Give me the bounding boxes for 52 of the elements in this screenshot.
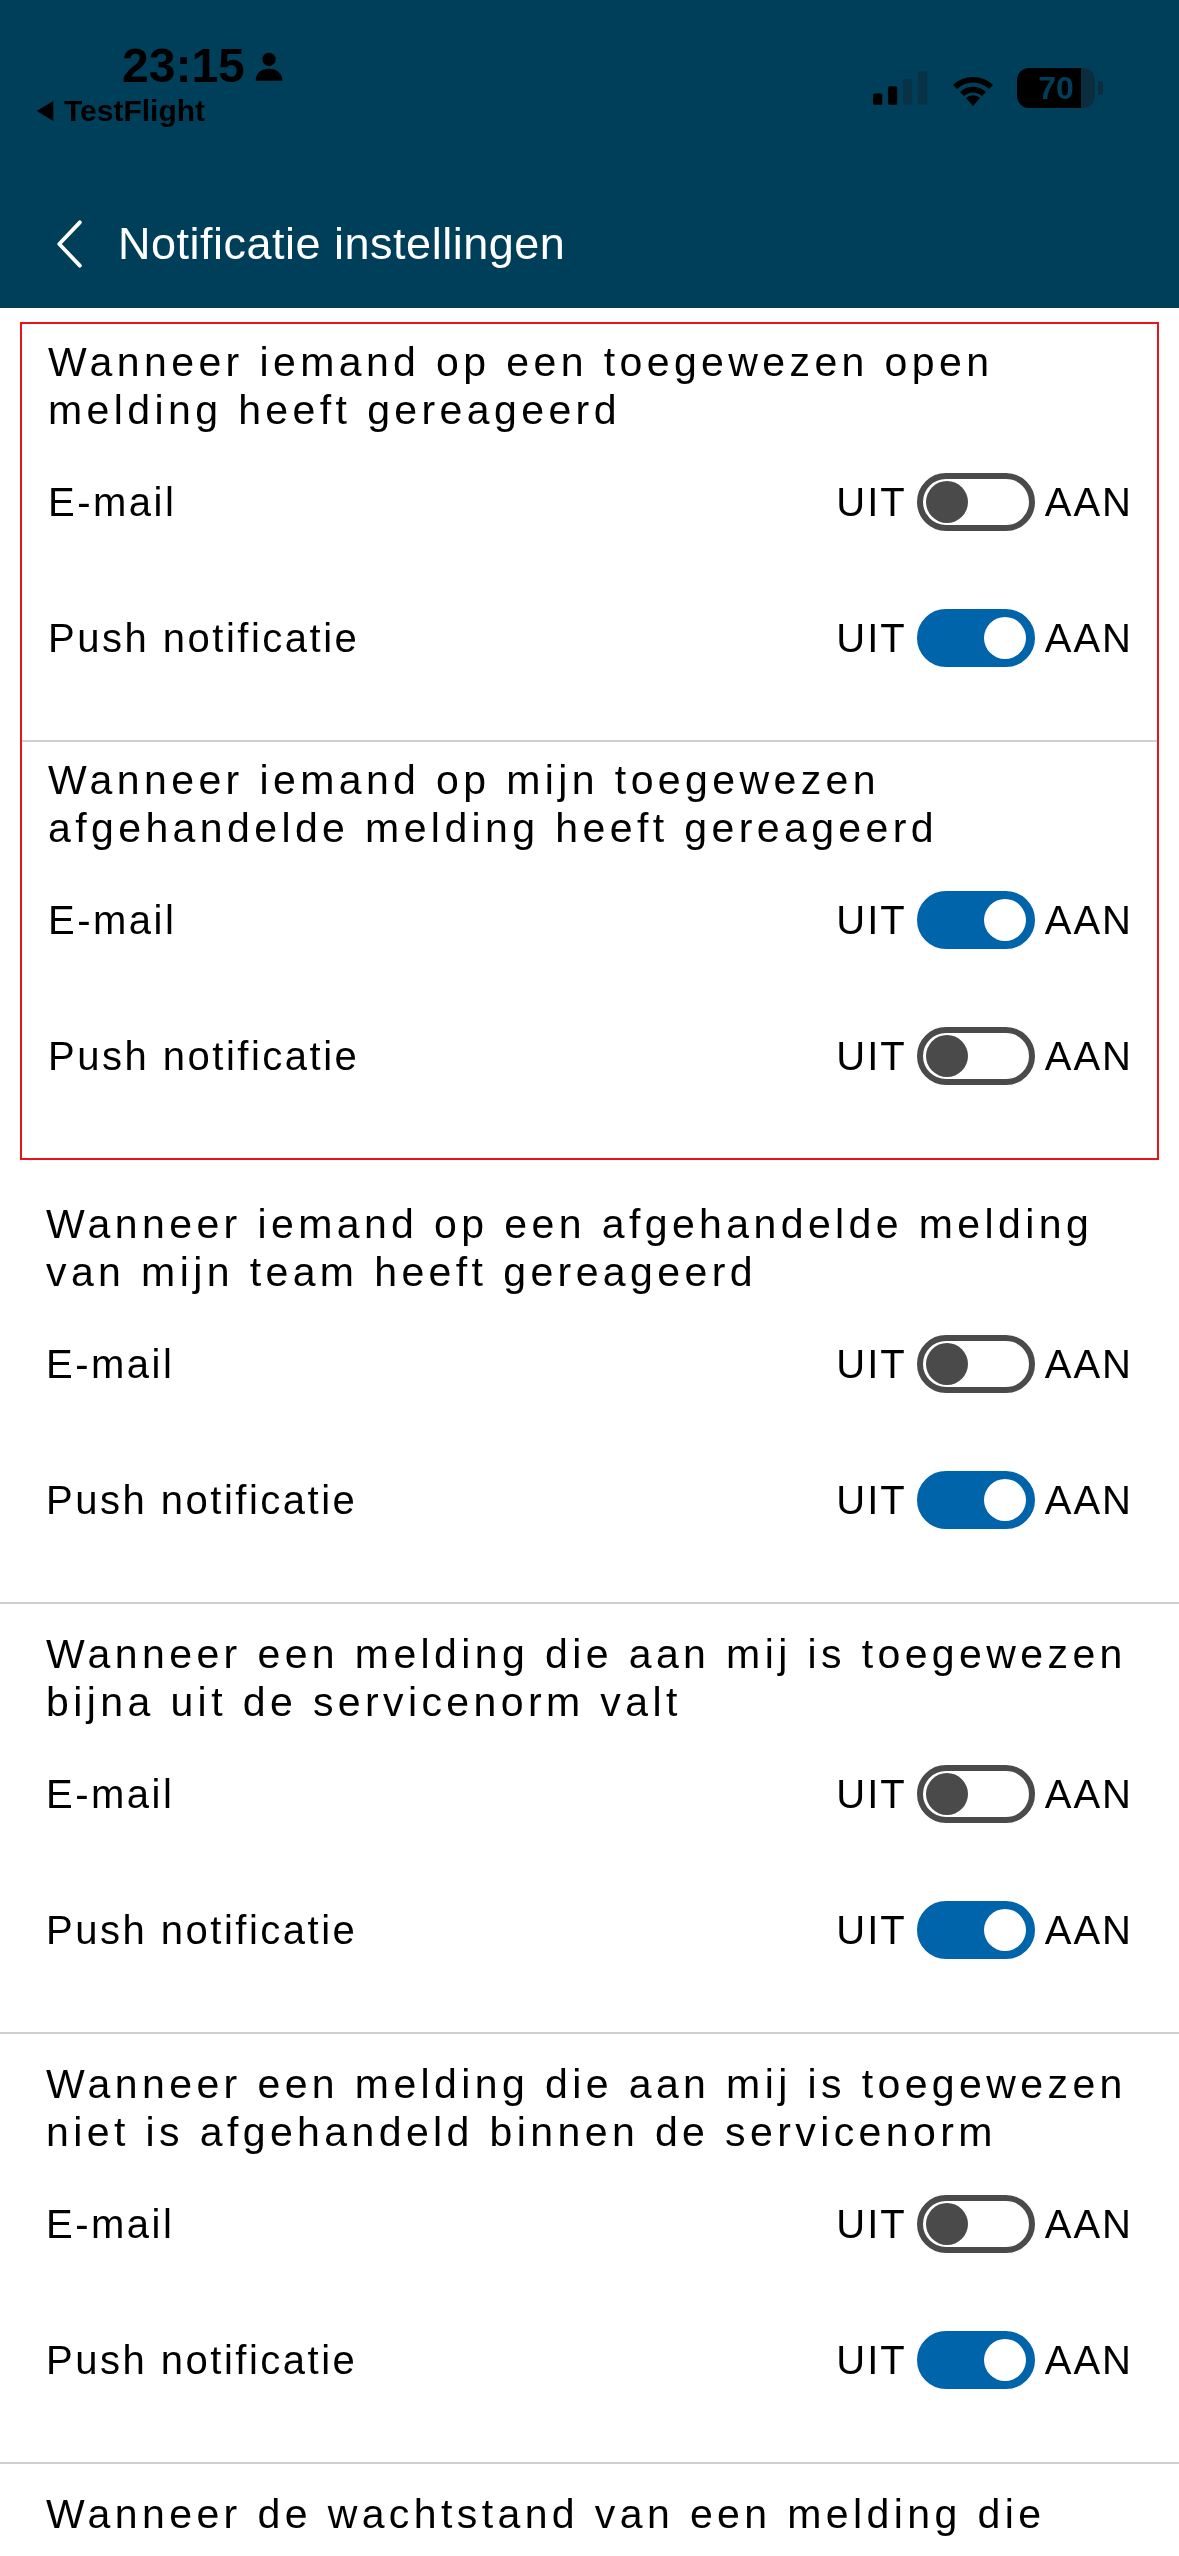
section-title: Wanneer een melding die aan mij is toegewezen bijna uit de servicenorm valt [46,1630,1128,1726]
section-title: Wanneer iemand op een afgehandelde melding van mijn team heeft gereageerd [46,1200,1095,1296]
back-icon[interactable] [56,220,82,268]
on-label: AAN [1044,1341,1133,1387]
off-label: UIT [836,1771,907,1817]
off-label: UIT [836,1477,907,1523]
setting-label: E-mail [46,1341,175,1387]
on-label: AAN [1044,1477,1133,1523]
setting-label: E-mail [46,1771,175,1817]
setting-label: Push notificatie [46,2337,358,2383]
back-triangle-icon [36,101,54,121]
on-label: AAN [1044,1771,1133,1817]
section-title: Wanneer iemand op mijn toegewezen afgehandelde melding heeft gereageerd [48,756,939,852]
toggle-switch[interactable] [916,1471,1035,1529]
toggle-switch[interactable] [916,1901,1035,1959]
section-title: Wanneer iemand op een toegewezen open melding heeft gereageerd [48,338,995,434]
on-label: AAN [1044,1907,1133,1953]
off-label: UIT [836,2337,907,2383]
section-title: Wanneer de wachtstand van een melding die [46,2490,1047,2538]
setting-label: Push notificatie [46,1907,358,1953]
page-title: Notificatie instellingen [118,218,566,270]
off-label: UIT [836,2201,907,2247]
off-label: UIT [836,1033,907,1079]
on-label: AAN [1044,897,1133,943]
off-label: UIT [836,479,907,525]
toggle-switch[interactable] [916,891,1035,949]
setting-label: E-mail [48,897,177,943]
toggle-switch[interactable] [916,1027,1035,1085]
toggle-switch[interactable] [916,609,1035,667]
signal-icon [873,70,929,106]
setting-label: E-mail [48,479,177,525]
off-label: UIT [836,615,907,661]
on-label: AAN [1044,615,1133,661]
on-label: AAN [1044,2337,1133,2383]
on-label: AAN [1044,1033,1133,1079]
section-title: Wanneer een melding die aan mij is toegewezen niet is afgehandeld binnen de servicenorm [46,2060,1128,2156]
off-label: UIT [836,1341,907,1387]
back-to-app-link[interactable]: TestFlight [36,94,285,128]
toggle-switch[interactable] [916,473,1035,531]
toggle-switch[interactable] [916,2195,1035,2253]
off-label: UIT [836,897,907,943]
setting-label: Push notificatie [48,615,360,661]
setting-label: Push notificatie [46,1477,358,1523]
toggle-switch[interactable] [916,1335,1035,1393]
setting-label: Push notificatie [48,1033,360,1079]
toggle-switch[interactable] [916,1765,1035,1823]
on-label: AAN [1044,479,1133,525]
setting-label: E-mail [46,2201,175,2247]
on-label: AAN [1044,2201,1133,2247]
toggle-switch[interactable] [916,2331,1035,2389]
off-label: UIT [836,1907,907,1953]
status-time: 23:15 [122,40,245,92]
